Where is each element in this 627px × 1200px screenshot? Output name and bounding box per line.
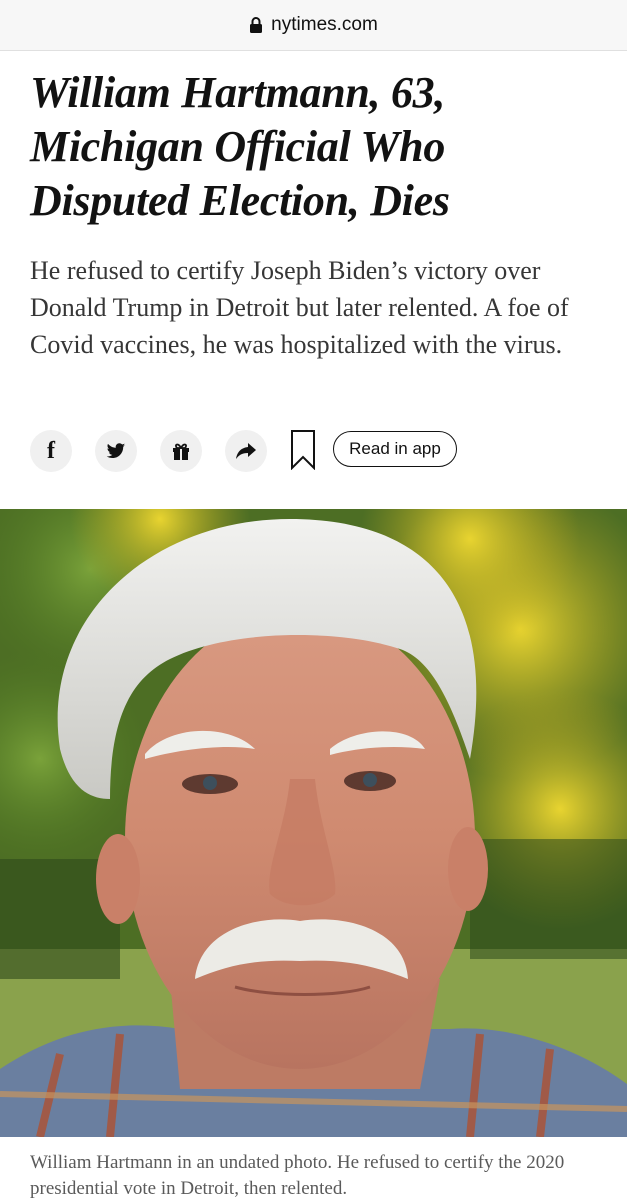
bookmark-icon[interactable] [290,430,316,470]
photo-caption: William Hartmann in an undated photo. He… [30,1152,565,1199]
headline-line-1: William Hartmann, 63, [30,68,446,117]
facebook-share-button[interactable]: f [30,430,72,472]
read-in-app-label: Read in app [349,439,441,458]
gift-article-button[interactable] [160,430,202,472]
share-toolbar: f Read in app [30,430,590,472]
portrait-photo-image [0,509,627,1137]
share-arrow-icon [236,443,256,459]
facebook-icon: f [47,437,55,464]
twitter-share-button[interactable] [95,430,137,472]
lock-icon [250,17,263,33]
headline-line-2: Michigan Official Who [30,122,446,171]
article-summary: He refused to certify Joseph Biden’s vic… [30,256,569,359]
gift-icon [173,443,189,460]
read-in-app-button[interactable]: Read in app [333,431,457,467]
twitter-icon [106,442,126,458]
url-text: nytimes.com [271,14,378,35]
browser-url-bar[interactable]: nytimes.com [0,0,627,51]
share-article-button[interactable] [225,430,267,472]
article-headline: William Hartmann, 63, Michigan Official … [30,66,600,228]
headline-line-3: Disputed Election, Dies [30,176,450,225]
article-page: nytimes.com William Hartmann, 63, Michig… [0,0,627,1200]
article-photo [0,509,627,1137]
